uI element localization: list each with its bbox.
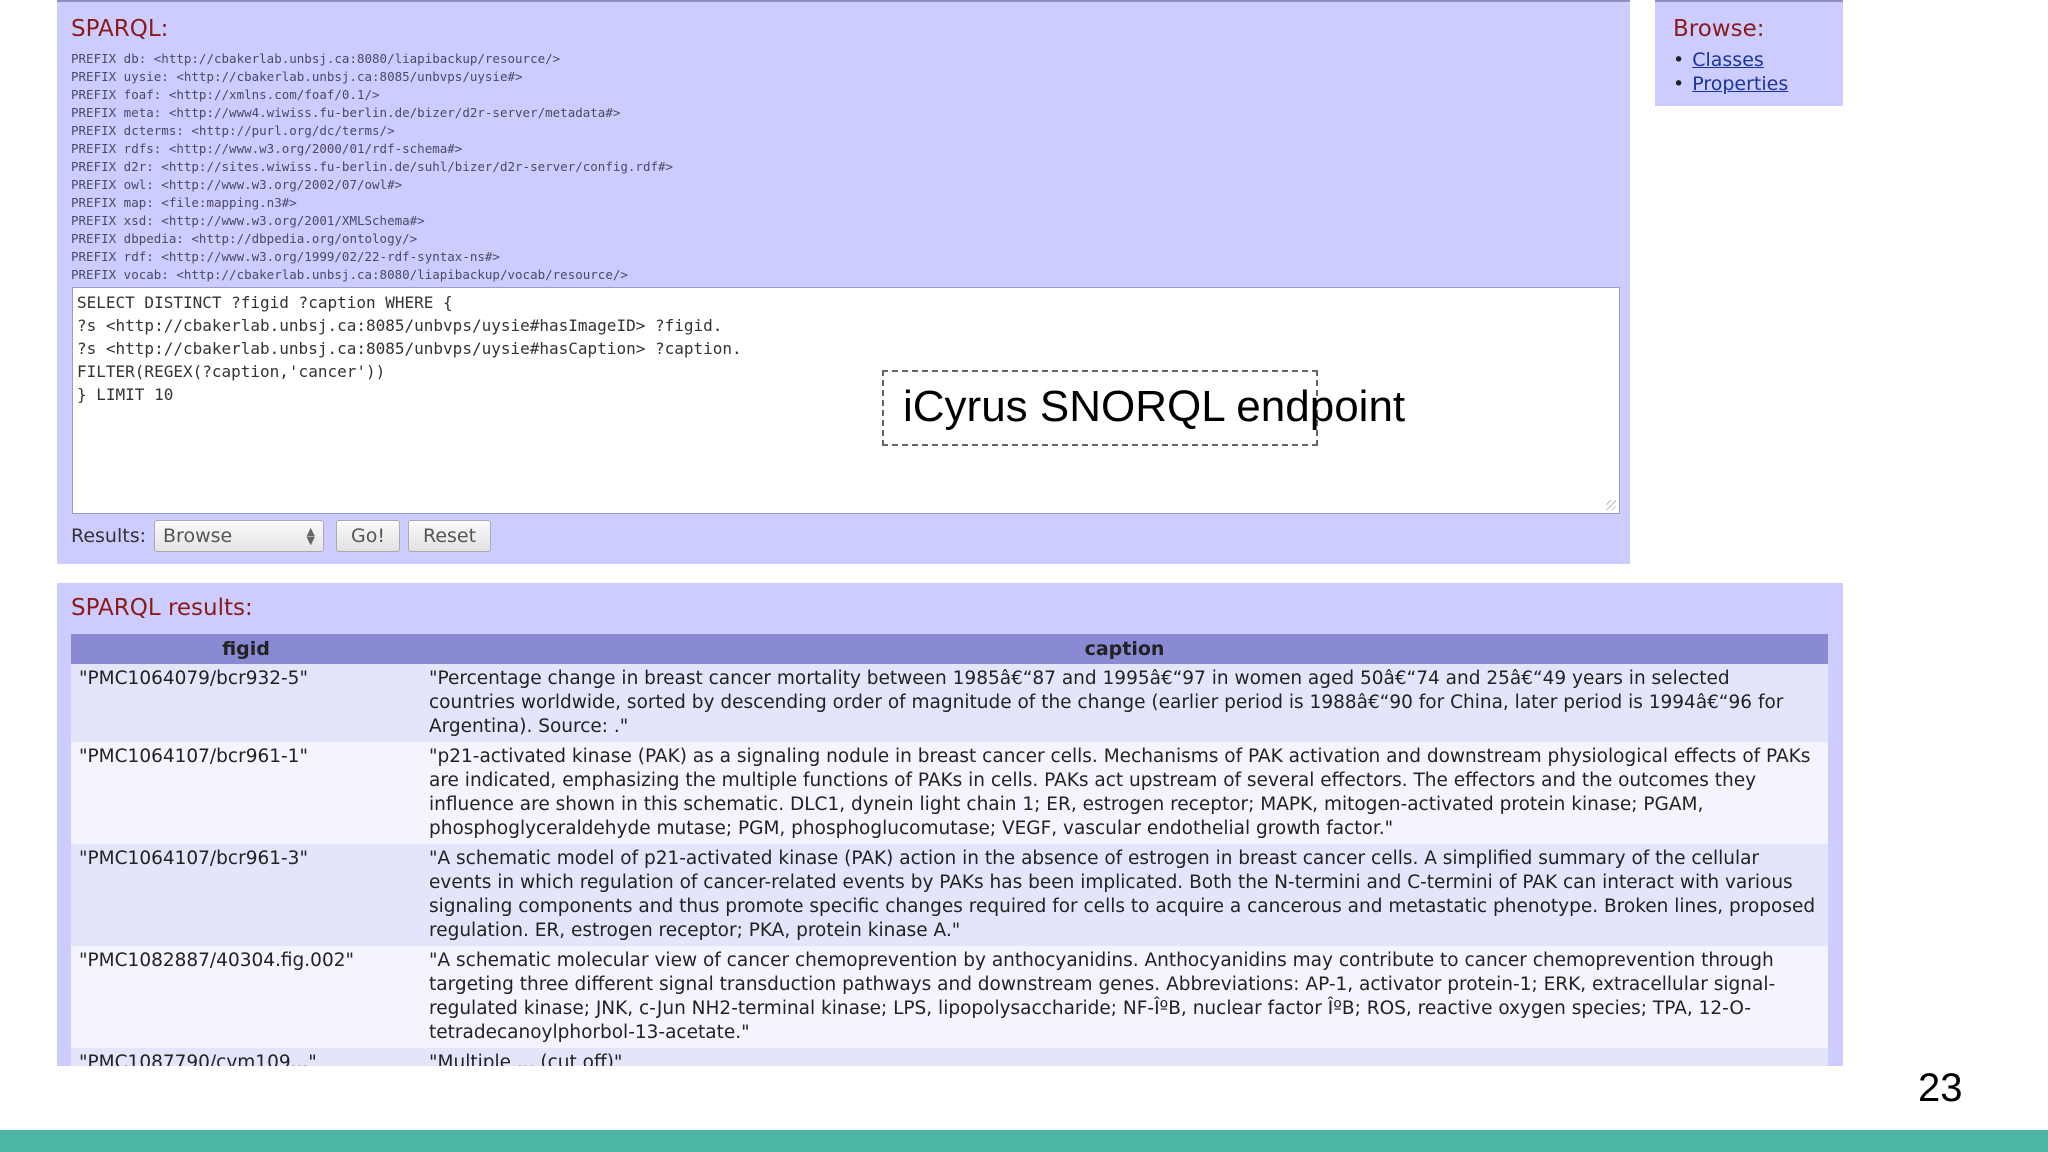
prefix-line: PREFIX dcterms: <http://purl.org/dc/term… — [71, 123, 395, 138]
callout-label: iCyrus SNORQL endpoint — [903, 382, 1406, 431]
browse-list: • Classes • Properties — [1673, 48, 1788, 96]
browse-heading: Browse: — [1673, 16, 1765, 42]
prefix-line: PREFIX vocab: <http://cbakerlab.unbsj.ca… — [71, 267, 628, 282]
classes-link[interactable]: Classes — [1692, 49, 1764, 71]
prefix-list: PREFIX db: <http://cbakerlab.unbsj.ca:80… — [71, 50, 673, 284]
results-table: figid caption "PMC1064079/bcr932-5" "Per… — [71, 634, 1828, 1066]
results-label: Results: — [71, 525, 147, 547]
figid-cell: "PMC1082887/40304.fig.002" — [71, 946, 421, 1048]
footer-bar — [0, 1130, 2048, 1152]
page-number: 23 — [1918, 1066, 1963, 1110]
prefix-line: PREFIX xsd: <http://www.w3.org/2001/XMLS… — [71, 213, 425, 228]
caption-cell: "p21-activated kinase (PAK) as a signali… — [421, 742, 1828, 844]
browse-item-properties: • Properties — [1673, 72, 1788, 96]
resize-handle-icon[interactable] — [1606, 500, 1616, 510]
prefix-line: PREFIX rdfs: <http://www.w3.org/2000/01/… — [71, 141, 463, 156]
figid-cell: "PMC1087790/cvm109..." — [71, 1048, 421, 1066]
results-panel: SPARQL results: figid caption "PMC106407… — [57, 583, 1843, 1066]
results-format-select[interactable]: Browse ▲ ▼ — [154, 520, 325, 552]
select-arrows-icon: ▲ ▼ — [306, 525, 316, 547]
table-row: "PMC1064079/bcr932-5" "Percentage change… — [71, 664, 1828, 742]
bullet-icon: • — [1673, 49, 1685, 71]
sparql-heading: SPARQL: — [71, 16, 169, 42]
column-header-caption: caption — [421, 634, 1828, 664]
prefix-line: PREFIX uysie: <http://cbakerlab.unbsj.ca… — [71, 69, 523, 84]
prefix-line: PREFIX rdf: <http://www.w3.org/1999/02/2… — [71, 249, 500, 264]
table-row: "PMC1087790/cvm109..." "Multiple ... (cu… — [71, 1048, 1828, 1066]
table-header-row: figid caption — [71, 634, 1828, 664]
sparql-panel: SPARQL: PREFIX db: <http://cbakerlab.unb… — [57, 0, 1630, 564]
prefix-line: PREFIX dbpedia: <http://dbpedia.org/onto… — [71, 231, 418, 246]
caption-cell: "A schematic molecular view of cancer ch… — [421, 946, 1828, 1048]
prefix-line: PREFIX db: <http://cbakerlab.unbsj.ca:80… — [71, 51, 561, 66]
caption-cell: "A schematic model of p21-activated kina… — [421, 844, 1828, 946]
prefix-line: PREFIX foaf: <http://xmlns.com/foaf/0.1/… — [71, 87, 380, 102]
prefix-line: PREFIX map: <file:mapping.n3#> — [71, 195, 297, 210]
table-row: "PMC1064107/bcr961-1" "p21-activated kin… — [71, 742, 1828, 844]
figid-cell: "PMC1064107/bcr961-3" — [71, 844, 421, 946]
prefix-line: PREFIX owl: <http://www.w3.org/2002/07/o… — [71, 177, 403, 192]
query-controls: Results: Browse ▲ ▼ Go! Reset — [71, 518, 499, 554]
browse-panel: Browse: • Classes • Properties — [1655, 0, 1843, 106]
figid-cell: "PMC1064079/bcr932-5" — [71, 664, 421, 742]
column-header-figid: figid — [71, 634, 421, 664]
browse-item-classes: • Classes — [1673, 48, 1788, 72]
table-row: "PMC1064107/bcr961-3" "A schematic model… — [71, 844, 1828, 946]
caption-cell: "Multiple ... (cut off)" — [421, 1048, 1828, 1066]
table-row: "PMC1082887/40304.fig.002" "A schematic … — [71, 946, 1828, 1048]
prefix-line: PREFIX meta: <http://www4.wiwiss.fu-berl… — [71, 105, 621, 120]
figid-cell: "PMC1064107/bcr961-1" — [71, 742, 421, 844]
go-button[interactable]: Go! — [336, 520, 400, 552]
results-heading: SPARQL results: — [71, 595, 253, 621]
caption-cell: "Percentage change in breast cancer mort… — [421, 664, 1828, 742]
properties-link[interactable]: Properties — [1692, 73, 1788, 95]
bullet-icon: • — [1673, 73, 1685, 95]
reset-button[interactable]: Reset — [407, 520, 492, 552]
results-format-value: Browse — [163, 525, 233, 547]
prefix-line: PREFIX d2r: <http://sites.wiwiss.fu-berl… — [71, 159, 674, 174]
